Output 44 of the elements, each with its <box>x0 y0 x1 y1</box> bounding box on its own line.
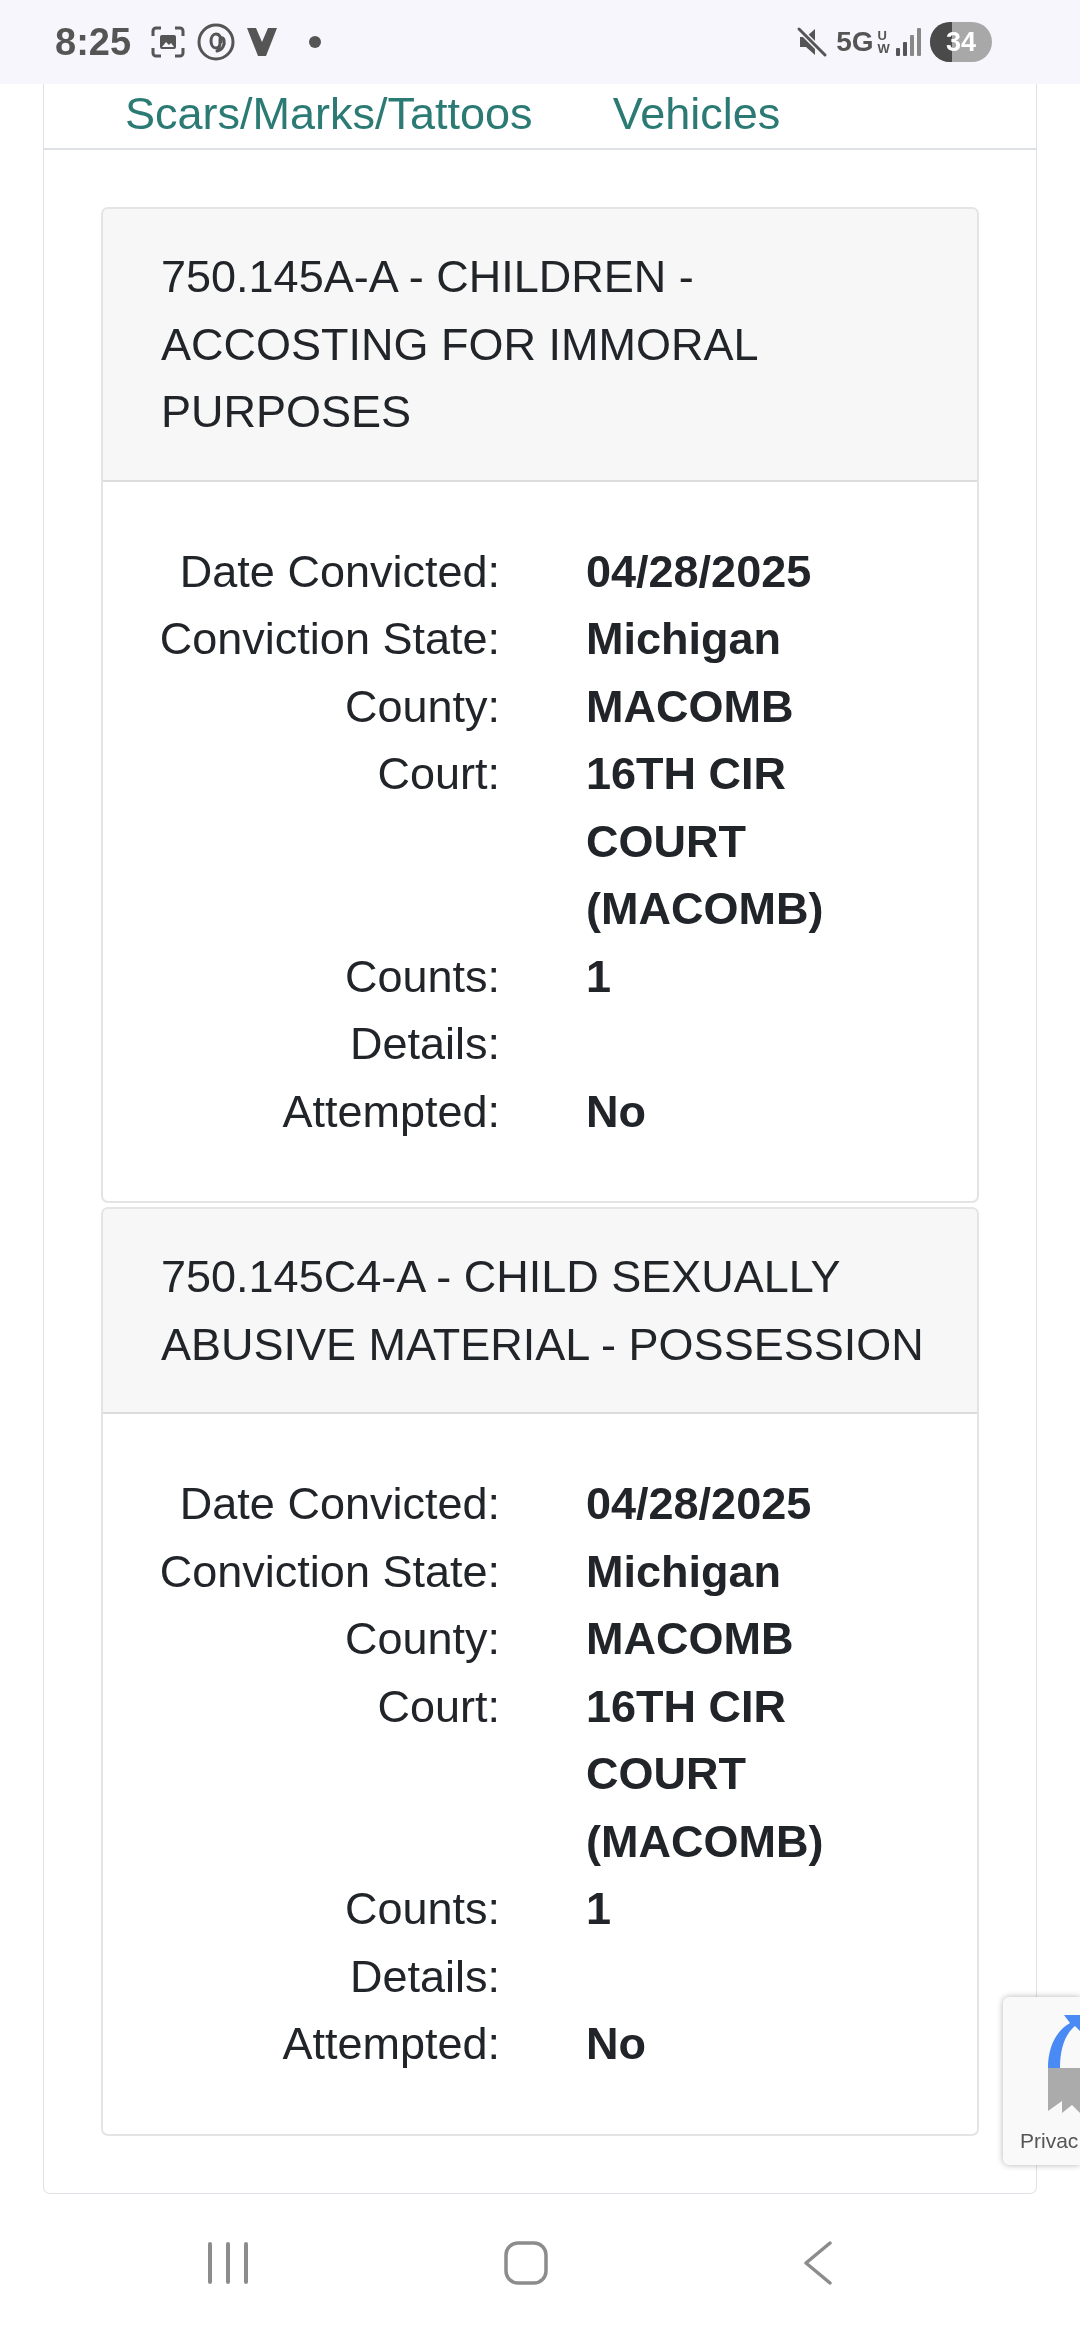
field-label: County: <box>344 1612 500 1666</box>
v-logo-icon <box>247 28 278 56</box>
network-band-label: UW <box>877 29 888 55</box>
privacy-link[interactable]: Privac <box>1020 2129 1079 2153</box>
offense-title: 750.145C4-A - CHILD SEXUALLY ABUSIVE MATERIAL - POSSESSION <box>161 1250 925 1372</box>
field-label: Conviction State: <box>159 1544 500 1599</box>
rounded-square-icon <box>504 2241 548 2285</box>
field-value: 16TH CIR COURT (MACOMB) <box>586 1680 824 1867</box>
section-link[interactable]: Scars/Marks/Tattoos <box>125 88 533 140</box>
field-value: No <box>586 2018 646 2069</box>
field-label: Court: <box>377 747 500 801</box>
field-value: Michigan <box>586 1545 781 1597</box>
network-type-label: 5G <box>836 26 874 58</box>
field-label: Counts: <box>344 949 500 1004</box>
field-label: Court: <box>377 1679 500 1734</box>
field-label: County: <box>344 679 500 734</box>
field-value: 16TH CIR COURT (MACOMB) <box>586 748 824 934</box>
clock-time: 8:25 <box>55 20 132 64</box>
field-label: Attempted: <box>282 1084 500 1139</box>
chevron-left-icon <box>804 2241 832 2285</box>
notification-dot-icon <box>309 36 322 48</box>
screenshot-icon <box>151 26 186 58</box>
field-label: Details: <box>349 1949 500 2004</box>
at-sign-icon <box>197 23 236 61</box>
field-value: Michigan <box>586 613 781 664</box>
field-label: Date Convicted: <box>179 1477 500 1531</box>
field-label: Date Convicted: <box>179 544 500 599</box>
muted-speaker-icon <box>796 26 829 58</box>
three-lines-icon <box>208 2242 248 2284</box>
signal-bars-icon <box>896 28 922 56</box>
field-label: Attempted: <box>282 2017 500 2071</box>
circular-arrow-icon <box>1048 2015 1080 2113</box>
field-value: MACOMB <box>586 680 794 732</box>
field-value: MACOMB <box>586 1613 794 1664</box>
field-value: 04/28/2025 <box>586 545 812 597</box>
field-label: Counts: <box>344 1882 500 1936</box>
field-value: 1 <box>586 950 612 1002</box>
field-label: Details: <box>349 1017 500 1071</box>
offense-title: 750.145A-A - CHILDREN - ACCOSTING FOR IMMORAL PURPOSES <box>161 250 758 439</box>
field-value: 1 <box>586 1883 612 1934</box>
field-label: Conviction State: <box>159 612 500 666</box>
field-value: No <box>586 1085 646 1137</box>
section-link[interactable]: Vehicles <box>612 88 781 140</box>
field-value: 04/28/2025 <box>586 1478 812 1529</box>
